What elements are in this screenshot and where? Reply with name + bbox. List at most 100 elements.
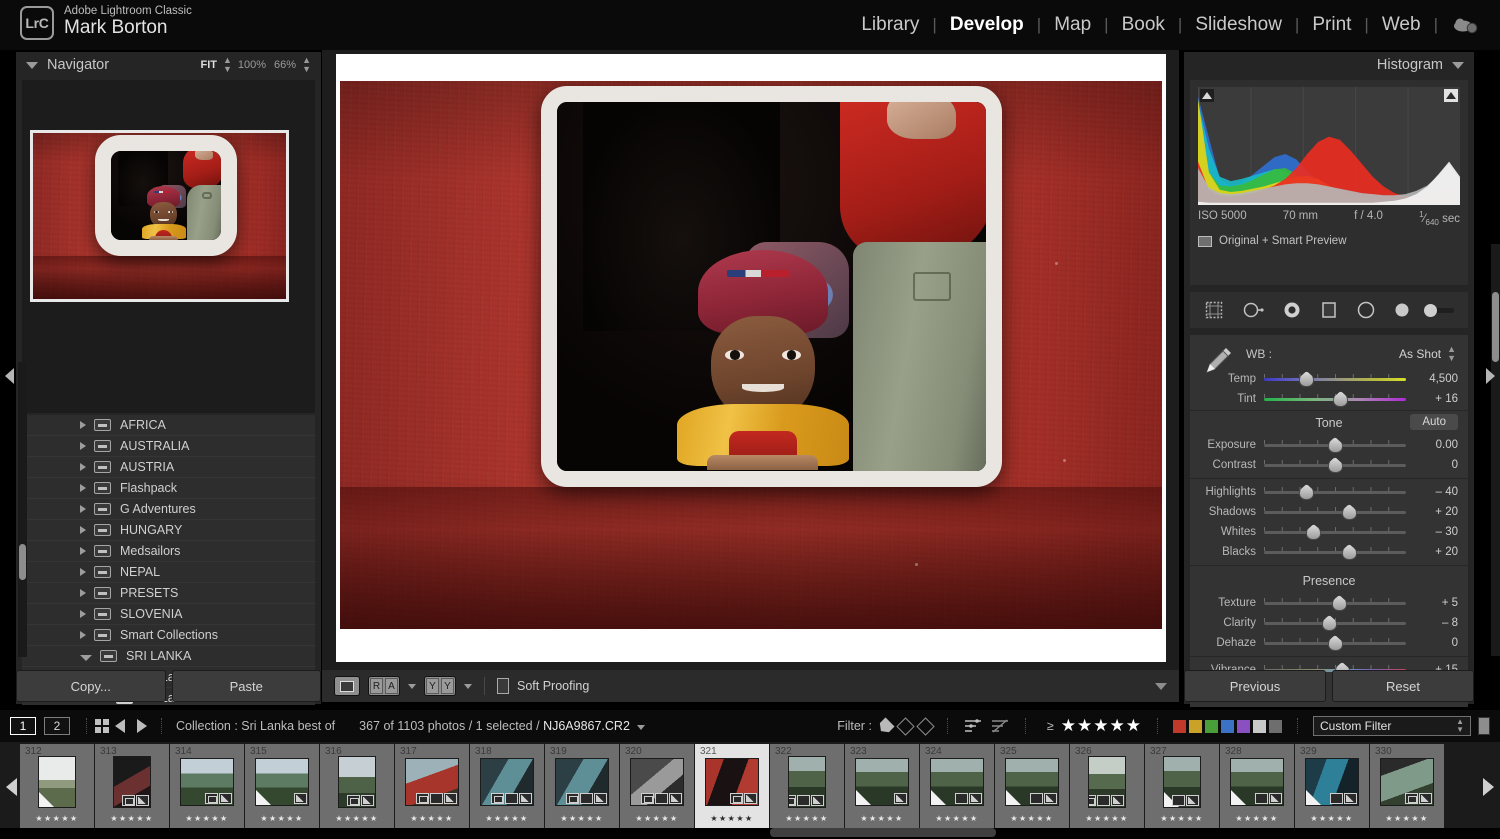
slider-track[interactable] (1264, 616, 1406, 630)
collection-item-austria[interactable]: AUSTRIA (22, 457, 315, 478)
histogram-collapse-triangle-icon[interactable] (1452, 62, 1464, 69)
slider-track[interactable] (1264, 525, 1406, 539)
expand-caret-icon[interactable] (80, 463, 86, 471)
thumbnail-badge-adj[interactable] (594, 793, 607, 804)
collection-item-medsailors[interactable]: Medsailors (22, 541, 315, 562)
thumbnail-rating[interactable]: ★★★★★ (1385, 814, 1428, 823)
filmstrip-thumbnail[interactable]: 316★★★★★ (320, 744, 395, 828)
zoom-level-fit[interactable]: FIT (198, 59, 219, 71)
thumbnail-rating[interactable]: ★★★★★ (785, 814, 828, 823)
collection-item-g-adventures[interactable]: G Adventures (22, 499, 315, 520)
filmstrip-thumbnail[interactable]: 317★★★★★ (395, 744, 470, 828)
slider-value[interactable]: 0.00 (1406, 439, 1458, 451)
slider-track[interactable] (1264, 636, 1406, 650)
before-after-menu-icon[interactable] (408, 684, 416, 689)
zoom-level-66pct[interactable]: 66% (272, 59, 298, 71)
loupe-view-button[interactable] (334, 676, 360, 696)
thumbnail-badge-crop[interactable] (122, 795, 135, 806)
flag-unflagged-icon[interactable] (896, 717, 914, 735)
thumbnail-badge-crop[interactable] (566, 793, 579, 804)
auto-tone-button[interactable]: Auto (1410, 414, 1458, 430)
screen-2-button[interactable]: 2 (44, 717, 70, 735)
slider-value[interactable]: + 16 (1406, 393, 1458, 405)
collection-item-australia[interactable]: AUSTRALIA (22, 436, 315, 457)
thumbnail-badge-crop[interactable] (491, 793, 504, 804)
thumbnail-badge-crop[interactable] (1405, 793, 1418, 804)
slider-track[interactable] (1264, 596, 1406, 610)
slider-tint[interactable]: Tint+ 16 (1190, 389, 1468, 409)
thumbnail-rating[interactable]: ★★★★★ (410, 814, 453, 823)
go-back-arrow-icon[interactable] (115, 719, 125, 733)
screen-1-button[interactable]: 1 (10, 717, 36, 735)
brush-size-knob[interactable] (1424, 304, 1437, 317)
thumbnail-badge-adj[interactable] (669, 793, 682, 804)
thumbnail-badge-crop[interactable] (1088, 795, 1096, 806)
slider-track[interactable] (1264, 438, 1406, 452)
thumbnail-badge-adj[interactable] (1186, 795, 1199, 806)
filmstrip-thumbnail[interactable]: 327★★★★★ (1145, 744, 1220, 828)
sort-descending-icon[interactable] (990, 718, 1010, 734)
slider-value[interactable]: – 40 (1406, 486, 1458, 498)
thumbnail-badge-adj[interactable] (1269, 793, 1282, 804)
color-label-swatch-5[interactable] (1253, 720, 1266, 733)
thumbnail-rating[interactable]: ★★★★★ (560, 814, 603, 823)
adjustment-brush-icon[interactable] (1394, 302, 1410, 318)
slider-value[interactable]: 0 (1406, 459, 1458, 471)
expand-caret-icon[interactable] (80, 484, 86, 492)
thumbnail-badge-adj[interactable] (444, 793, 457, 804)
filmstrip-thumbnail[interactable]: 323★★★★★ (845, 744, 920, 828)
filmstrip-thumbnail[interactable]: 313★★★★★ (95, 744, 170, 828)
filmstrip-thumbnail[interactable]: 314★★★★★ (170, 744, 245, 828)
before-after-button[interactable]: R A (368, 676, 400, 696)
filmstrip-thumbnail[interactable]: 324★★★★★ (920, 744, 995, 828)
slider-temp[interactable]: Temp4,500 (1190, 369, 1468, 389)
shadow-clipping-indicator-icon[interactable] (1200, 89, 1214, 102)
filmstrip-thumbnail[interactable]: 321★★★★★ (695, 744, 770, 828)
thumbnail-badge-adj[interactable] (744, 793, 757, 804)
thumbnail-badge-flat[interactable] (505, 793, 518, 804)
filmstrip-scroll-left-icon[interactable] (6, 778, 17, 796)
thumbnail-badge-adj[interactable] (1111, 795, 1124, 806)
thumbnail-badge-adj[interactable] (219, 793, 232, 804)
slider-track[interactable] (1264, 485, 1406, 499)
thumbnail-rating[interactable]: ★★★★★ (185, 814, 228, 823)
collection-item-sri-lanka[interactable]: SRI LANKA (22, 646, 315, 667)
slider-exposure[interactable]: Exposure0.00 (1190, 435, 1468, 455)
graduated-filter-icon[interactable] (1320, 300, 1338, 320)
color-label-swatch-6[interactable] (1269, 720, 1282, 733)
module-book[interactable]: Book (1109, 12, 1178, 38)
thumbnail-badge-flat[interactable] (955, 793, 968, 804)
module-print[interactable]: Print (1299, 12, 1364, 38)
filmstrip-thumbnail[interactable]: 330★★★★★ (1370, 744, 1445, 828)
thumbnail-badge-flat[interactable] (1172, 795, 1185, 806)
thumbnail-badge-adj[interactable] (1419, 793, 1432, 804)
thumbnail-badge-crop[interactable] (788, 795, 796, 806)
slider-blacks[interactable]: Blacks+ 20 (1190, 542, 1468, 562)
flag-picked-icon[interactable] (876, 717, 894, 735)
thumbnail-badge-flat[interactable] (580, 793, 593, 804)
sort-ascending-icon[interactable] (963, 718, 983, 734)
thumbnail-rating[interactable]: ★★★★★ (635, 814, 678, 823)
slider-highlights[interactable]: Highlights– 40 (1190, 482, 1468, 502)
filmstrip-thumbnail[interactable]: 318★★★★★ (470, 744, 545, 828)
collection-item-africa[interactable]: AFRICA (22, 415, 315, 436)
thumbnail-rating[interactable]: ★★★★★ (1235, 814, 1278, 823)
thumbnail-badge-flat[interactable] (797, 795, 810, 806)
wb-value[interactable]: As Shot ▲▼ (1399, 345, 1456, 363)
copy-button[interactable]: Copy... (16, 670, 166, 702)
filmstrip-scrollbar[interactable] (770, 828, 996, 837)
wb-stepper-icon[interactable]: ▲▼ (1447, 345, 1456, 363)
thumbnail-badge-adj[interactable] (1344, 793, 1357, 804)
color-label-swatch-2[interactable] (1205, 720, 1218, 733)
slider-value[interactable]: 0 (1406, 637, 1458, 649)
thumbnail-badge-crop[interactable] (347, 795, 360, 806)
thumbnail-rating[interactable]: ★★★★★ (710, 814, 753, 823)
slider-whites[interactable]: Whites– 30 (1190, 522, 1468, 542)
slider-track[interactable] (1264, 505, 1406, 519)
thumbnail-badge-flat[interactable] (1330, 793, 1343, 804)
hide-right-panel-arrow-icon[interactable] (1486, 368, 1495, 384)
slider-track[interactable] (1264, 372, 1406, 386)
zoom-stepper-icon[interactable]: ▲▼ (223, 56, 232, 74)
expand-caret-icon[interactable] (80, 631, 86, 639)
slider-track[interactable] (1264, 392, 1406, 406)
